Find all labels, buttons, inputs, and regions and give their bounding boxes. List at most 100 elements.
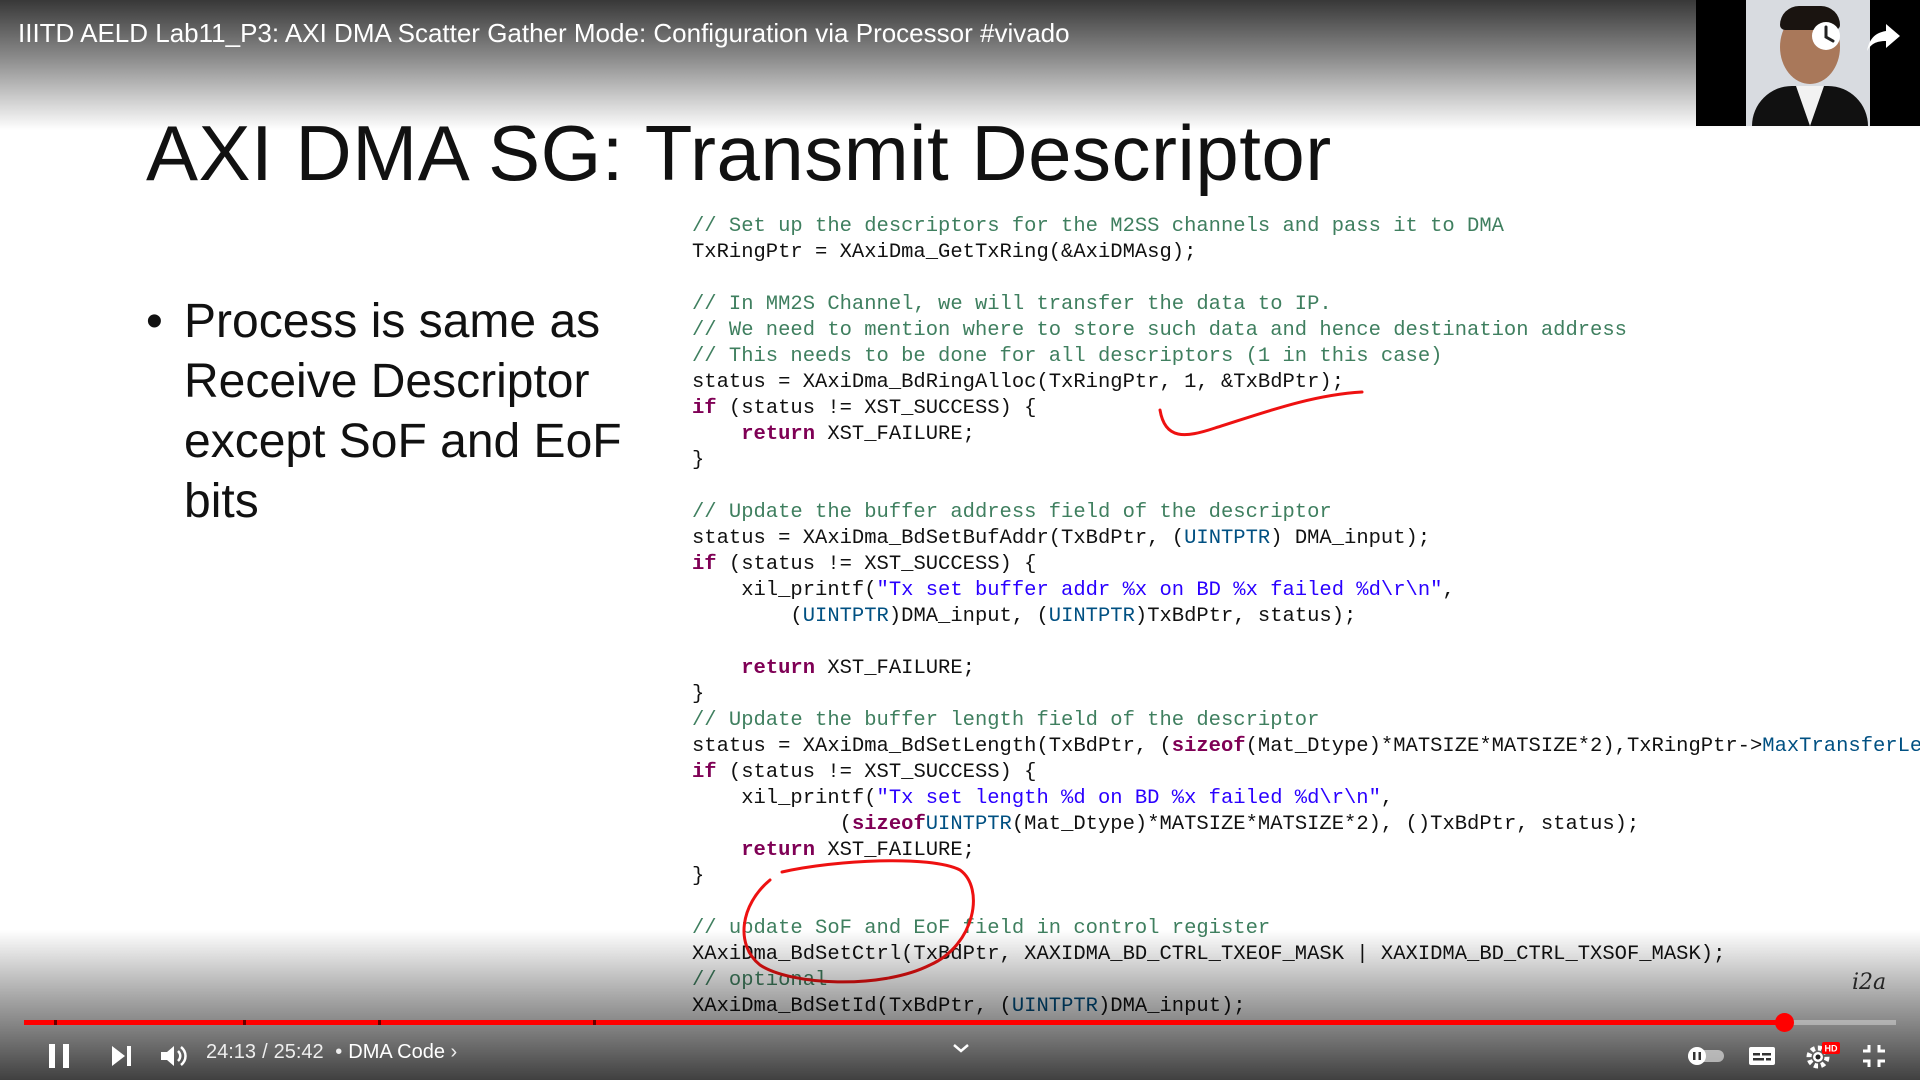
chapter-marker (377, 1020, 381, 1025)
subtitles-button[interactable] (1744, 1040, 1780, 1072)
watch-later-icon[interactable] (1808, 18, 1848, 58)
bullet-point: • Process is same as Receive Descriptor … (146, 292, 666, 532)
code-token: return (741, 839, 816, 862)
code-token: return (741, 657, 816, 680)
chevron-down-icon[interactable] (946, 1036, 976, 1060)
next-icon (112, 1046, 131, 1066)
code-line: xil_printf("Tx set length %d on BD %x fa… (692, 786, 1912, 812)
share-icon[interactable] (1864, 18, 1904, 58)
time-separator: / (262, 1041, 268, 1063)
code-token: TxRingPtr = XAxiDma_GetTxRing(&AxiDMAsg)… (692, 241, 1197, 264)
code-line: return XST_FAILURE; (692, 838, 1912, 864)
volume-icon (161, 1046, 187, 1066)
next-button[interactable] (104, 1040, 138, 1072)
autoplay-toggle[interactable] (1684, 1040, 1728, 1072)
code-token: UINTPTR (802, 605, 889, 628)
code-line: return XST_FAILURE; (692, 422, 1912, 448)
subtitles-icon (1749, 1047, 1775, 1065)
code-token: sizeof (851, 813, 926, 836)
chapter-title[interactable]: DMA Code (348, 1041, 445, 1063)
code-token: xil_printf( (692, 787, 877, 810)
bullet-marker: • (146, 295, 163, 348)
code-token: )TxBdPtr, status); (1134, 605, 1357, 628)
code-token: } (692, 449, 705, 472)
code-token: MaxTransferLen (1762, 735, 1920, 758)
chapter-separator: • (335, 1041, 343, 1063)
code-token: UINTPTR (925, 813, 1012, 836)
code-token: XST_FAILURE; (815, 423, 975, 446)
code-line: // We need to mention where to store suc… (692, 318, 1912, 344)
code-token: status = XAxiDma_BdRingAlloc(TxRingPtr, … (692, 371, 1345, 394)
code-token: sizeof (1171, 735, 1246, 758)
code-token: "Tx set length %d on BD %x failed %d\r\n… (876, 787, 1381, 810)
code-token: )TxBdPtr, status); (1417, 813, 1640, 836)
code-token: ) DMA_input); (1270, 527, 1431, 550)
fullscreen-exit-button[interactable] (1856, 1040, 1892, 1072)
code-token: (status != XST_SUCCESS) { (716, 397, 1037, 420)
code-token: (status != XST_SUCCESS) { (716, 761, 1037, 784)
code-line: (UINTPTR)DMA_input, (UINTPTR)TxBdPtr, st… (692, 604, 1912, 630)
code-token: (Mat_Dtype)*MATSIZE*MATSIZE*2),TxRingPtr… (1245, 735, 1763, 758)
progress-bar[interactable] (24, 1020, 1896, 1025)
total-time: 25:42 (273, 1041, 324, 1063)
code-token: // We need to mention where to store suc… (692, 319, 1627, 342)
code-line: } (692, 864, 1912, 890)
code-line: if (status != XST_SUCCESS) { (692, 552, 1912, 578)
code-token: // Update the buffer address field of th… (692, 501, 1332, 524)
code-token: } (692, 683, 705, 706)
chapter-chevron-icon[interactable]: › (451, 1041, 458, 1063)
code-token: status = XAxiDma_BdSetBufAddr(TxBdPtr, ( (692, 527, 1185, 550)
pause-icon (49, 1044, 69, 1068)
code-token: ( (692, 813, 852, 836)
code-token: if (692, 553, 717, 576)
code-line: if (status != XST_SUCCESS) { (692, 760, 1912, 786)
progress-played (24, 1020, 1784, 1025)
code-line: (sizeofUINTPTR(Mat_Dtype)*MATSIZE*MATSIZ… (692, 812, 1912, 838)
code-line: // Update the buffer address field of th… (692, 500, 1912, 526)
code-token: , (1380, 787, 1394, 810)
code-token: // In MM2S Channel, we will transfer the… (692, 293, 1332, 316)
code-token: // This needs to be done for all descrip… (692, 345, 1443, 368)
code-line: status = XAxiDma_BdRingAlloc(TxRingPtr, … (692, 370, 1912, 396)
chapter-marker (53, 1020, 57, 1025)
code-line: TxRingPtr = XAxiDma_GetTxRing(&AxiDMAsg)… (692, 240, 1912, 266)
code-listing: // Set up the descriptors for the M2SS c… (692, 214, 1920, 1020)
code-token: XST_FAILURE; (815, 839, 975, 862)
progress-scrubber[interactable] (1774, 1013, 1794, 1032)
code-token: UINTPTR (1048, 605, 1135, 628)
fullscreen-exit-icon (1863, 1045, 1885, 1067)
code-line: return XST_FAILURE; (692, 656, 1912, 682)
code-line: xil_printf("Tx set buffer addr %x on BD … (692, 578, 1912, 604)
code-token: XST_FAILURE; (815, 657, 975, 680)
code-token: ( (692, 605, 803, 628)
hd-badge-text: HD (1825, 1044, 1838, 1054)
slide-title: AXI DMA SG: Transmit Descriptor (146, 109, 1332, 197)
code-line: status = XAxiDma_BdSetLength(TxBdPtr, (s… (692, 734, 1920, 760)
volume-button[interactable] (156, 1040, 192, 1072)
code-line: // This needs to be done for all descrip… (692, 344, 1912, 370)
code-token: } (692, 865, 705, 888)
code-token: (status != XST_SUCCESS) { (716, 553, 1037, 576)
code-token: return (741, 423, 816, 446)
settings-button[interactable]: HD (1800, 1040, 1844, 1072)
code-line: // Set up the descriptors for the M2SS c… (692, 214, 1912, 240)
code-token: // Update the buffer length field of the… (692, 709, 1320, 732)
video-title[interactable]: IIITD AELD Lab11_P3: AXI DMA Scatter Gat… (18, 18, 1070, 49)
bullet-text: Process is same as Receive Descriptor ex… (184, 295, 622, 528)
code-line: } (692, 682, 1912, 708)
code-token: )DMA_input, ( (888, 605, 1049, 628)
chapter-marker (593, 1020, 597, 1025)
current-time: 24:13 (206, 1041, 257, 1063)
pause-button[interactable] (42, 1040, 76, 1072)
code-token: xil_printf( (692, 579, 877, 602)
code-token: if (692, 761, 717, 784)
chapter-marker (243, 1020, 247, 1025)
autoplay-toggle-icon (1688, 1047, 1724, 1065)
code-token: "Tx set buffer addr %x on BD %x failed %… (876, 579, 1443, 602)
